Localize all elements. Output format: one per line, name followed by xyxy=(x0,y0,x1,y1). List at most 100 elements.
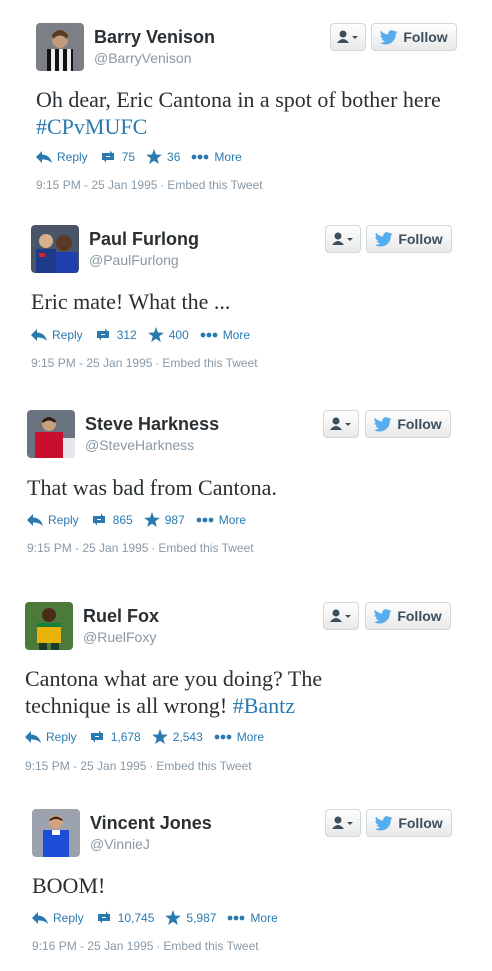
meta-separator: · xyxy=(155,356,160,370)
timestamp[interactable]: 9:15 PM - 25 Jan 1995 xyxy=(25,759,146,773)
user-handle[interactable]: @VinnieJ xyxy=(90,836,150,852)
user-handle[interactable]: @BarryVenison xyxy=(94,50,191,66)
follow-button[interactable]: Follow xyxy=(365,602,451,630)
more-label: More xyxy=(250,910,278,925)
embed-link[interactable]: Embed this Tweet xyxy=(167,178,262,192)
hashtag-link[interactable]: #Bantz xyxy=(233,693,295,718)
more-action[interactable]: More xyxy=(214,730,264,744)
twitter-bird-icon xyxy=(375,231,393,246)
more-action[interactable]: More xyxy=(200,328,250,342)
user-actions-dropdown[interactable] xyxy=(325,809,361,837)
timestamp[interactable]: 9:15 PM - 25 Jan 1995 xyxy=(36,178,157,192)
follow-label: Follow xyxy=(397,608,442,624)
retweet-action[interactable]: 1,678 xyxy=(88,730,141,744)
favorite-action[interactable]: 987 xyxy=(143,512,185,527)
more-action[interactable]: More xyxy=(196,513,246,527)
more-label: More xyxy=(214,149,242,164)
retweet-icon xyxy=(97,911,110,924)
reply-arrow-icon xyxy=(31,328,47,341)
retweet-action[interactable]: 312 xyxy=(94,328,137,342)
reply-action[interactable]: Reply xyxy=(32,911,84,925)
reply-action[interactable]: Reply xyxy=(27,513,79,527)
embed-link[interactable]: Embed this Tweet xyxy=(163,939,258,953)
favorite-count: 5,987 xyxy=(186,910,217,925)
reply-label: Reply xyxy=(48,512,79,527)
avatar[interactable] xyxy=(36,23,84,71)
follow-button[interactable]: Follow xyxy=(366,225,452,253)
retweet-icon xyxy=(96,328,109,341)
display-name[interactable]: Ruel Fox xyxy=(83,606,159,627)
user-handle[interactable]: @SteveHarkness xyxy=(85,437,194,453)
avatar[interactable] xyxy=(25,602,73,650)
favorite-action[interactable]: 36 xyxy=(146,149,180,164)
person-dropdown-icon xyxy=(330,609,351,622)
retweet-action[interactable]: 10,745 xyxy=(95,910,155,925)
user-handle[interactable]: @PaulFurlong xyxy=(89,252,179,268)
tweet-meta: 9:16 PM - 25 Jan 1995 · Embed this Tweet xyxy=(32,939,262,953)
ellipsis-icon xyxy=(196,517,214,522)
tweet-text-body: That was bad from Cantona. xyxy=(27,475,277,500)
tweet-meta: 9:15 PM - 25 Jan 1995 · Embed this Tweet xyxy=(25,759,255,773)
display-name[interactable]: Barry Venison xyxy=(94,27,215,48)
reply-action[interactable]: Reply xyxy=(31,328,83,342)
more-label: More xyxy=(222,327,251,342)
reply-arrow-icon xyxy=(25,730,41,743)
user-actions-dropdown[interactable] xyxy=(330,23,366,51)
display-name[interactable]: Paul Furlong xyxy=(89,229,199,250)
timestamp[interactable]: 9:15 PM - 25 Jan 1995 xyxy=(31,356,152,370)
ellipsis-icon xyxy=(228,915,245,920)
tweet-text-body: Oh dear, Eric Cantona in a spot of bothe… xyxy=(36,87,441,112)
reply-action[interactable]: Reply xyxy=(36,150,88,164)
follow-label: Follow xyxy=(403,29,448,45)
reply-action[interactable]: Reply xyxy=(25,730,77,744)
ellipsis-icon xyxy=(214,734,232,739)
star-icon xyxy=(151,729,168,744)
more-label: More xyxy=(236,729,265,744)
follow-label: Follow xyxy=(398,815,443,831)
reply-label: Reply xyxy=(52,327,83,342)
follow-button[interactable]: Follow xyxy=(371,23,457,51)
favorite-count: 36 xyxy=(167,149,181,164)
person-dropdown-icon xyxy=(332,816,353,829)
retweet-count: 865 xyxy=(112,512,133,527)
hashtag-link[interactable]: #CPvMUFC xyxy=(36,114,147,139)
retweet-action[interactable]: 865 xyxy=(90,513,133,527)
meta-separator: · xyxy=(151,541,156,555)
retweet-count: 1,678 xyxy=(110,729,141,744)
timestamp[interactable]: 9:15 PM - 25 Jan 1995 xyxy=(27,541,148,555)
tweet-actions: Reply 10,745 5,987 More xyxy=(32,910,289,925)
avatar[interactable] xyxy=(27,410,75,458)
tweet-text: That was bad from Cantona. xyxy=(27,474,467,501)
retweet-count: 10,745 xyxy=(117,910,155,925)
twitter-bird-icon xyxy=(374,608,392,623)
embed-link[interactable]: Embed this Tweet xyxy=(162,356,257,370)
embed-link[interactable]: Embed this Tweet xyxy=(158,541,253,555)
display-name[interactable]: Vincent Jones xyxy=(90,813,212,834)
follow-button[interactable]: Follow xyxy=(365,410,451,438)
twitter-bird-icon xyxy=(374,416,392,431)
favorite-action[interactable]: 2,543 xyxy=(151,729,203,744)
twitter-bird-icon xyxy=(380,29,398,44)
user-handle[interactable]: @RuelFoxy xyxy=(83,629,156,645)
more-action[interactable]: More xyxy=(227,910,278,925)
timestamp[interactable]: 9:16 PM - 25 Jan 1995 xyxy=(32,939,153,953)
embed-link[interactable]: Embed this Tweet xyxy=(156,759,251,773)
display-name[interactable]: Steve Harkness xyxy=(85,414,219,435)
follow-label: Follow xyxy=(397,416,442,432)
meta-separator: · xyxy=(149,759,154,773)
more-label: More xyxy=(218,512,247,527)
tweet-actions: Reply 865 987 More xyxy=(27,512,257,527)
meta-separator: · xyxy=(156,939,161,953)
follow-button[interactable]: Follow xyxy=(366,809,452,837)
retweet-count: 312 xyxy=(116,327,137,342)
tweet-actions: Reply 75 36 More xyxy=(36,149,253,164)
user-actions-dropdown[interactable] xyxy=(325,225,361,253)
avatar[interactable] xyxy=(31,225,79,273)
favorite-action[interactable]: 400 xyxy=(147,327,189,342)
user-actions-dropdown[interactable] xyxy=(323,602,359,630)
favorite-action[interactable]: 5,987 xyxy=(165,910,216,925)
more-action[interactable]: More xyxy=(191,149,242,164)
user-actions-dropdown[interactable] xyxy=(323,410,359,438)
retweet-action[interactable]: 75 xyxy=(99,150,135,164)
avatar[interactable] xyxy=(32,809,80,857)
